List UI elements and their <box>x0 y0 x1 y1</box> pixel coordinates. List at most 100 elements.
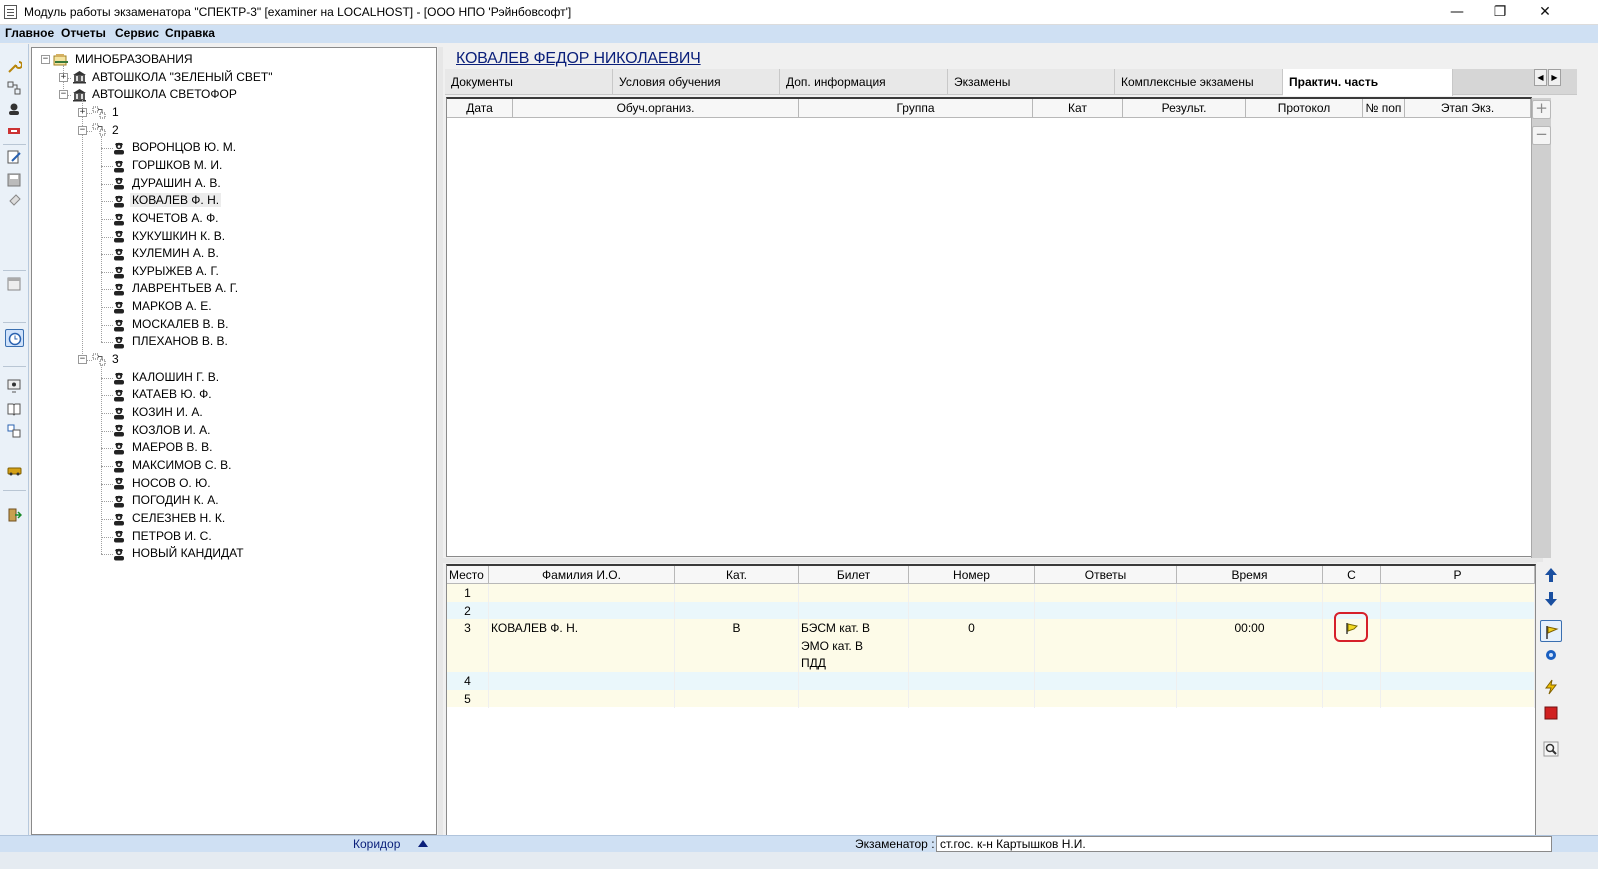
cell-answers[interactable] <box>1035 672 1177 690</box>
window-tool-icon[interactable] <box>5 275 24 293</box>
menu-main[interactable]: Главное <box>5 26 54 40</box>
person-title[interactable]: КОВАЛЕВ ФЕДОР НИКОЛАЕВИЧ <box>456 50 701 68</box>
lightning-button[interactable] <box>1540 676 1562 698</box>
cell-full-name[interactable] <box>489 689 675 708</box>
cell-number[interactable] <box>909 584 1035 602</box>
column-header-number[interactable]: Номер <box>909 566 1035 584</box>
tree-node-person[interactable]: ГОРШКОВ М. И. <box>112 157 224 174</box>
cell-answers[interactable] <box>1035 619 1177 638</box>
tree-node-person[interactable]: ПЕТРОВ И. С. <box>112 528 214 545</box>
tab-additional-info[interactable]: Доп. информация <box>780 69 948 95</box>
close-button[interactable]: ✕ <box>1522 0 1568 25</box>
cell-time[interactable] <box>1177 654 1323 673</box>
minimize-button[interactable]: — <box>1434 0 1480 25</box>
column-header-date[interactable]: Дата <box>447 99 513 118</box>
cell-ticket[interactable] <box>799 672 909 690</box>
cell-category[interactable] <box>675 601 799 620</box>
cell-number[interactable] <box>909 654 1035 673</box>
tree-node-person[interactable]: КОЗИН И. А. <box>112 404 205 421</box>
cell-r[interactable] <box>1381 584 1535 602</box>
car-tool-icon[interactable] <box>5 461 24 479</box>
column-header-c[interactable]: С <box>1323 566 1381 584</box>
cell-r[interactable] <box>1381 619 1535 638</box>
cell-r[interactable] <box>1381 689 1535 708</box>
table-row[interactable]: ЭМО кат. В <box>447 636 1535 655</box>
cell-category[interactable] <box>675 636 799 655</box>
tree-node-person[interactable]: КАЛОШИН Г. В. <box>112 369 221 386</box>
restore-button[interactable]: ❐ <box>1477 0 1523 25</box>
cell-time[interactable] <box>1177 584 1323 602</box>
expand-up-icon[interactable] <box>418 840 428 847</box>
tab-documents[interactable]: Документы <box>445 69 613 95</box>
tree-node-school1[interactable]: АВТОШКОЛА "ЗЕЛЕНЫЙ СВЕТ" <box>72 69 275 86</box>
cell-time[interactable] <box>1177 636 1323 655</box>
cell-category[interactable]: В <box>675 619 799 638</box>
remove-record-button[interactable]: − <box>1532 126 1551 145</box>
horizontal-splitter[interactable] <box>443 558 1543 563</box>
tree-node-person[interactable]: ПЛЕХАНОВ В. В. <box>112 333 230 350</box>
tree-node-person[interactable]: МОСКАЛЕВ В. В. <box>112 316 230 333</box>
group2-expander[interactable]: − <box>78 125 87 135</box>
monitor-tool-icon[interactable] <box>5 377 24 395</box>
tree-node-root[interactable]: МИНОБРАЗОВАНИЯ <box>52 51 195 68</box>
edit-tool-icon[interactable] <box>5 148 24 166</box>
cell-c[interactable] <box>1323 584 1381 602</box>
delete-tool-icon[interactable] <box>5 122 24 140</box>
cell-ticket[interactable]: ПДД <box>799 654 909 673</box>
cell-answers[interactable] <box>1035 636 1177 655</box>
column-header-full-name[interactable]: Фамилия И.О. <box>489 566 675 584</box>
menu-help[interactable]: Справка <box>165 26 215 40</box>
cell-ticket[interactable]: ЭМО кат. В <box>799 636 909 655</box>
tree-node-person[interactable]: ВОРОНЦОВ Ю. М. <box>112 139 238 156</box>
cell-place[interactable]: 2 <box>447 601 489 620</box>
person-tool-icon[interactable] <box>5 100 24 118</box>
cell-category[interactable] <box>675 689 799 708</box>
cell-time[interactable]: 00:00 <box>1177 619 1323 638</box>
column-header-r[interactable]: Р <box>1381 566 1535 584</box>
cell-ticket[interactable] <box>799 689 909 708</box>
tree-node-person[interactable]: ПОГОДИН К. А. <box>112 492 221 509</box>
table-row[interactable]: 1 <box>447 584 1535 602</box>
tree-node-group1[interactable]: 1 <box>92 104 121 121</box>
cell-place[interactable]: 4 <box>447 672 489 690</box>
tab-complex-exams[interactable]: Комплексные экзамены <box>1115 69 1283 95</box>
column-header-group[interactable]: Группа <box>799 99 1033 118</box>
cell-full-name[interactable]: КОВАЛЕВ Ф. Н. <box>489 619 675 638</box>
tree-node-person[interactable]: КАТАЕВ Ю. Ф. <box>112 386 214 403</box>
start-exam-flag-button[interactable] <box>1540 620 1562 642</box>
cell-number[interactable] <box>909 672 1035 690</box>
tree-tool-icon[interactable] <box>5 79 24 97</box>
tree-node-person[interactable]: НОСОВ О. Ю. <box>112 475 213 492</box>
cell-time[interactable] <box>1177 672 1323 690</box>
tree-node-school2[interactable]: АВТОШКОЛА СВЕТОФОР <box>72 86 239 103</box>
cell-place[interactable] <box>447 636 489 655</box>
school1-expander[interactable]: + <box>59 72 68 82</box>
tree-node-person[interactable]: КОВАЛЕВ Ф. Н. <box>112 192 222 209</box>
tab-practical-part[interactable]: Практич. часть <box>1283 69 1453 96</box>
cell-ticket[interactable]: БЭСМ кат. В <box>799 619 909 638</box>
column-header-cat[interactable]: Кат. <box>675 566 799 584</box>
cell-answers[interactable] <box>1035 689 1177 708</box>
save-tool-icon[interactable] <box>5 171 24 189</box>
cell-r[interactable] <box>1381 636 1535 655</box>
tree-node-person[interactable]: КУЛЕМИН А. В. <box>112 245 221 262</box>
cell-answers[interactable] <box>1035 584 1177 602</box>
clock-tool-icon[interactable] <box>5 329 24 347</box>
root-expander[interactable]: − <box>41 55 50 64</box>
stop-button[interactable] <box>1540 702 1562 724</box>
tree-node-person[interactable]: ЛАВРЕНТЬЕВ А. Г. <box>112 280 240 297</box>
tree-node-person[interactable]: КУРЫЖЕВ А. Г. <box>112 263 221 280</box>
table-row[interactable]: 2 <box>447 601 1535 620</box>
examiner-field[interactable]: ст.гос. к-н Картышков Н.И. <box>936 836 1552 852</box>
exit-tool-icon[interactable] <box>5 506 24 524</box>
cell-answers[interactable] <box>1035 654 1177 673</box>
corridor-label[interactable]: Коридор <box>353 837 400 851</box>
group1-expander[interactable]: + <box>78 107 87 117</box>
cell-number[interactable] <box>909 689 1035 708</box>
cell-full-name[interactable] <box>489 672 675 690</box>
column-header-attempt[interactable]: № поп <box>1363 99 1405 118</box>
tree-node-person[interactable]: КОЧЕТОВ А. Ф. <box>112 210 221 227</box>
table-row[interactable]: 5 <box>447 689 1535 708</box>
menu-reports[interactable]: Отчеты <box>61 26 106 40</box>
cell-category[interactable] <box>675 584 799 602</box>
